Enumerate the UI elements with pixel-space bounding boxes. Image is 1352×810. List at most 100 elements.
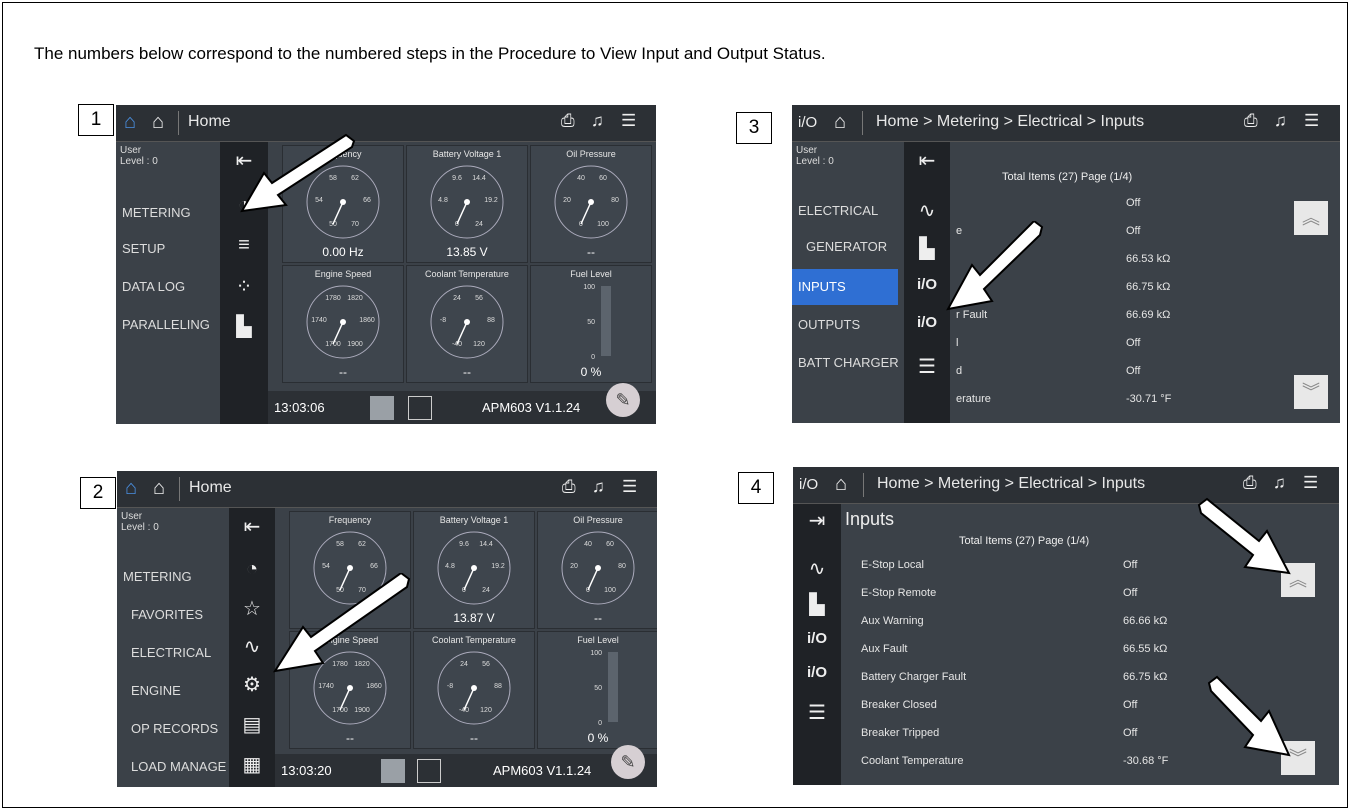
gauge-title: Coolant Temperature	[425, 269, 509, 279]
chart-icon[interactable]: ▙	[220, 314, 268, 339]
user-level: User Level : 0	[796, 145, 834, 167]
list-item[interactable]: Breaker Tripped Off	[861, 719, 1201, 747]
menu-electrical[interactable]: ELECTRICAL	[131, 645, 211, 660]
home-active-icon[interactable]: ⌂	[124, 111, 136, 134]
home-icon[interactable]: ⌂	[152, 111, 164, 134]
menu-generator[interactable]: GENERATOR	[806, 239, 887, 254]
home-icon[interactable]: ⌂	[835, 473, 847, 496]
list-item[interactable]: l Off	[956, 329, 1256, 357]
bell-icon[interactable]: ♫	[592, 477, 605, 497]
gauge-tick-label: -40	[452, 341, 462, 348]
gauge-dial: 24 56 -8 88 -40 120	[430, 285, 504, 359]
list-item[interactable]: Aux Fault 66.55 kΩ	[861, 635, 1201, 663]
gauge-hub	[471, 685, 477, 691]
sliders-icon[interactable]: ≡	[220, 234, 268, 257]
gauge-tick-label: 62	[358, 541, 366, 548]
inputs-icon[interactable]: i/O	[793, 630, 841, 647]
item-value: 66.75 kΩ	[1123, 671, 1168, 683]
outputs-icon[interactable]: i/O	[793, 664, 841, 681]
load-icon[interactable]: ▦	[229, 752, 275, 777]
printer-icon[interactable]: ⎙	[562, 477, 576, 497]
menu-favorites[interactable]: FAVORITES	[131, 607, 203, 622]
fuel-bar	[608, 652, 618, 722]
gauge-tick-label: 58	[336, 541, 344, 548]
list-item[interactable]: d Off	[956, 357, 1256, 385]
list-icon[interactable]: ☰	[793, 700, 841, 725]
pencil-icon[interactable]: ✎	[606, 383, 640, 417]
gauge-value: 0.00 Hz	[322, 245, 364, 259]
list-item[interactable]: Battery Charger Fault 66.75 kΩ	[861, 663, 1201, 691]
list-item[interactable]: Off	[956, 189, 1256, 217]
item-name: Aux Warning	[861, 615, 924, 627]
gauge-tick-label: 1700	[332, 707, 348, 714]
gauge-tick-label: 14.4	[479, 541, 493, 548]
printer-icon[interactable]: ⎙	[561, 111, 575, 131]
gauge-tick-label: 40	[577, 175, 585, 182]
io-icon[interactable]: i/O	[799, 476, 818, 493]
collapse-menu-icon[interactable]: ⇤	[904, 148, 950, 173]
generator-icon[interactable]: ▙	[793, 592, 841, 617]
breadcrumb: Home	[188, 113, 231, 130]
total-items: Total Items (27) Page (1/4)	[959, 535, 1090, 547]
scroll-up-button[interactable]: ︽	[1294, 201, 1328, 235]
item-name: E-Stop Local	[861, 559, 924, 571]
menu-metering[interactable]: METERING	[123, 569, 192, 584]
home-icon[interactable]: ⌂	[834, 111, 846, 134]
sort-icon[interactable]: ☰	[1304, 111, 1319, 131]
sort-icon[interactable]: ☰	[622, 477, 637, 497]
list-item[interactable]: erature -30.71 °F	[956, 385, 1256, 413]
status-square-filled	[370, 396, 394, 420]
gauge-tick-label: 50	[587, 319, 595, 326]
gauge-tick-label: 100	[590, 650, 602, 657]
list-item[interactable]: Coolant Temperature -30.68 °F	[861, 747, 1201, 775]
list-item[interactable]: E-Stop Local Off	[861, 551, 1201, 579]
sort-icon[interactable]: ☰	[1303, 473, 1318, 493]
sine-wave-icon[interactable]: ∿	[793, 556, 841, 581]
engine-icon[interactable]: ⚙	[229, 672, 275, 697]
gauge-tick-label: 24	[453, 295, 461, 302]
printer-icon[interactable]: ⎙	[1244, 111, 1258, 131]
step-label-4: 4	[738, 472, 774, 504]
menu-data-log[interactable]: DATA LOG	[122, 279, 185, 294]
divider	[863, 473, 864, 497]
sine-wave-icon[interactable]: ∿	[904, 198, 950, 223]
outputs-icon[interactable]: i/O	[904, 314, 950, 331]
menu-setup[interactable]: SETUP	[122, 241, 165, 256]
bell-icon[interactable]: ♫	[1274, 111, 1287, 131]
sort-icon[interactable]: ☰	[621, 111, 636, 131]
menu-paralleling[interactable]: PARALLELING	[122, 317, 210, 332]
menu-engine[interactable]: ENGINE	[131, 683, 181, 698]
menu-inputs[interactable]: INPUTS	[792, 269, 898, 305]
expand-menu-icon[interactable]: ⇥	[793, 508, 841, 533]
menu-batt-charger[interactable]: BATT CHARGER	[798, 355, 899, 370]
io-icon[interactable]: i/O	[798, 114, 817, 131]
home-active-icon[interactable]: ⌂	[125, 477, 137, 500]
printer-icon[interactable]: ⎙	[1243, 473, 1257, 493]
list-item[interactable]: Aux Warning 66.66 kΩ	[861, 607, 1201, 635]
home-icon[interactable]: ⌂	[153, 477, 165, 500]
menu-op-records[interactable]: OP RECORDS	[131, 721, 218, 736]
pencil-icon[interactable]: ✎	[611, 745, 645, 779]
clock: 13:03:06	[274, 400, 325, 415]
records-icon[interactable]: ▤	[229, 712, 275, 737]
scroll-down-button[interactable]: ︾	[1294, 375, 1328, 409]
menu-metering[interactable]: METERING	[122, 205, 191, 220]
bell-icon[interactable]: ♫	[591, 111, 604, 131]
gauge-title: Battery Voltage 1	[439, 515, 509, 525]
gauge-tick-label: 88	[494, 683, 502, 690]
list-icon[interactable]: ☰	[904, 354, 950, 379]
menu-outputs[interactable]: OUTPUTS	[798, 317, 860, 332]
menu-load-manage[interactable]: LOAD MANAGE	[131, 759, 226, 774]
bell-icon[interactable]: ♫	[1273, 473, 1286, 493]
gauge-value: 13.87 V	[453, 611, 495, 625]
gauge-tick-label: 1740	[318, 683, 334, 690]
gauge-dial: 9.6 14.44.8 19.20 24	[430, 165, 504, 239]
list-item[interactable]: Breaker Closed Off	[861, 691, 1201, 719]
list-item[interactable]: E-Stop Remote Off	[861, 579, 1201, 607]
collapse-menu-icon[interactable]: ⇤	[229, 514, 275, 539]
dots-circle-icon[interactable]: ⁘	[220, 274, 268, 299]
user-level: User Level : 0	[120, 145, 158, 167]
gauge-title: Oil Pressure	[566, 149, 616, 159]
menu-electrical[interactable]: ELECTRICAL	[798, 203, 878, 218]
clock: 13:03:20	[281, 763, 332, 778]
